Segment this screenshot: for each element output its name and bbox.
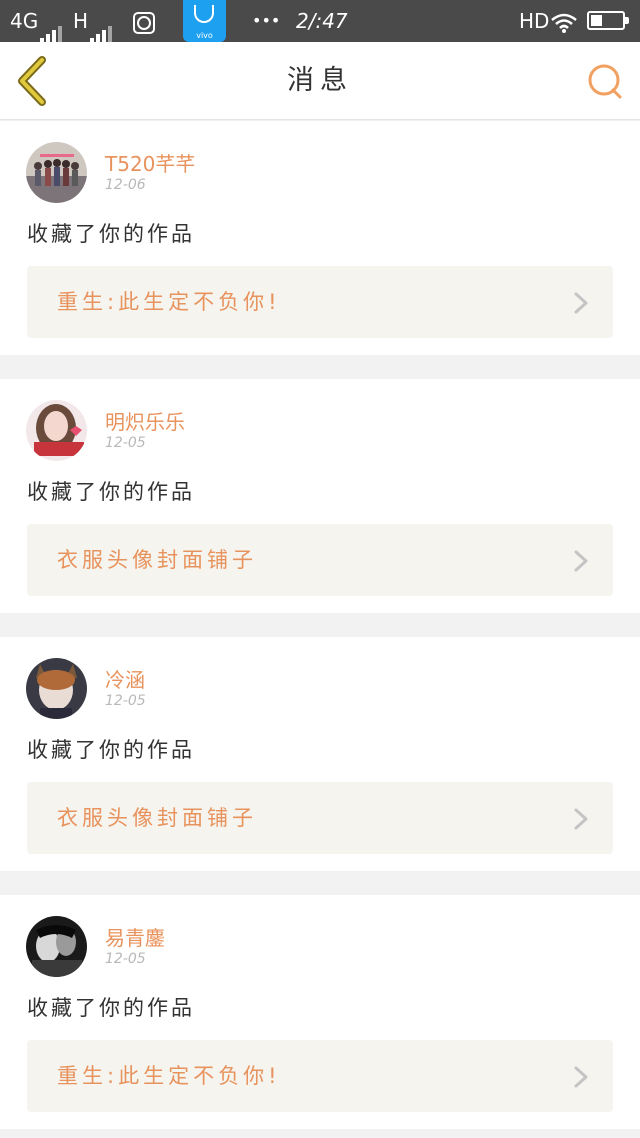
work-link[interactable]: 衣服头像封面铺子 bbox=[27, 524, 613, 596]
message-card: 易青鏖 12-05 收藏了你的作品 重生:此生定不负你! bbox=[0, 895, 640, 1129]
app-header: 消息 bbox=[0, 42, 640, 120]
work-title: 重生:此生定不负你! bbox=[57, 1064, 281, 1088]
message-list: T520芊芊 12-06 收藏了你的作品 重生:此生定不负你! 明炽乐乐 12-… bbox=[0, 121, 640, 1138]
back-button[interactable] bbox=[10, 54, 60, 108]
message-card: 冷涵 12-05 收藏了你的作品 衣服头像封面铺子 bbox=[0, 637, 640, 871]
avatar[interactable] bbox=[26, 400, 87, 461]
message-date: 12-06 bbox=[105, 177, 146, 193]
username[interactable]: 易青鏖 bbox=[105, 922, 165, 951]
clock: 2/:47 bbox=[296, 9, 348, 33]
message-card: 明炽乐乐 12-05 收藏了你的作品 衣服头像封面铺子 bbox=[0, 379, 640, 613]
chevron-left-icon bbox=[18, 56, 46, 106]
page-title: 消息 bbox=[287, 65, 353, 96]
username[interactable]: T520芊芊 bbox=[105, 148, 195, 177]
browser-icon bbox=[133, 0, 155, 42]
more-dots: ••• bbox=[252, 11, 281, 30]
signal-icon bbox=[40, 0, 64, 44]
search-icon bbox=[588, 64, 622, 99]
chevron-right-icon bbox=[574, 550, 588, 572]
network2-label: H bbox=[73, 9, 89, 33]
chevron-right-icon bbox=[574, 808, 588, 830]
message-action: 收藏了你的作品 bbox=[27, 480, 195, 504]
signal2-icon bbox=[90, 0, 114, 44]
work-link[interactable]: 衣服头像封面铺子 bbox=[27, 782, 613, 854]
message-action: 收藏了你的作品 bbox=[27, 738, 195, 762]
work-link[interactable]: 重生:此生定不负你! bbox=[27, 266, 613, 338]
work-title: 衣服头像封面铺子 bbox=[57, 548, 257, 572]
work-title: 衣服头像封面铺子 bbox=[57, 806, 257, 830]
work-link[interactable]: 重生:此生定不负你! bbox=[27, 1040, 613, 1112]
message-action: 收藏了你的作品 bbox=[27, 222, 195, 246]
search-button[interactable] bbox=[580, 58, 628, 106]
work-title: 重生:此生定不负你! bbox=[57, 290, 281, 314]
message-date: 12-05 bbox=[105, 693, 146, 709]
vivo-store-icon: vivo bbox=[183, 0, 226, 42]
message-date: 12-05 bbox=[105, 435, 146, 451]
chevron-right-icon bbox=[574, 292, 588, 314]
chevron-right-icon bbox=[574, 1066, 588, 1088]
avatar[interactable] bbox=[26, 658, 87, 719]
avatar[interactable] bbox=[26, 916, 87, 977]
network-label: 4G bbox=[10, 9, 39, 33]
status-bar: 4G H vivo ••• 2/:47 HD bbox=[0, 0, 640, 44]
avatar[interactable] bbox=[26, 142, 87, 203]
username[interactable]: 冷涵 bbox=[105, 664, 145, 693]
hd-label: HD bbox=[519, 9, 550, 33]
message-card: T520芊芊 12-06 收藏了你的作品 重生:此生定不负你! bbox=[0, 121, 640, 355]
battery-icon bbox=[587, 11, 629, 30]
wifi-icon bbox=[550, 0, 578, 42]
username[interactable]: 明炽乐乐 bbox=[105, 406, 185, 435]
message-action: 收藏了你的作品 bbox=[27, 996, 195, 1020]
message-date: 12-05 bbox=[105, 951, 146, 967]
